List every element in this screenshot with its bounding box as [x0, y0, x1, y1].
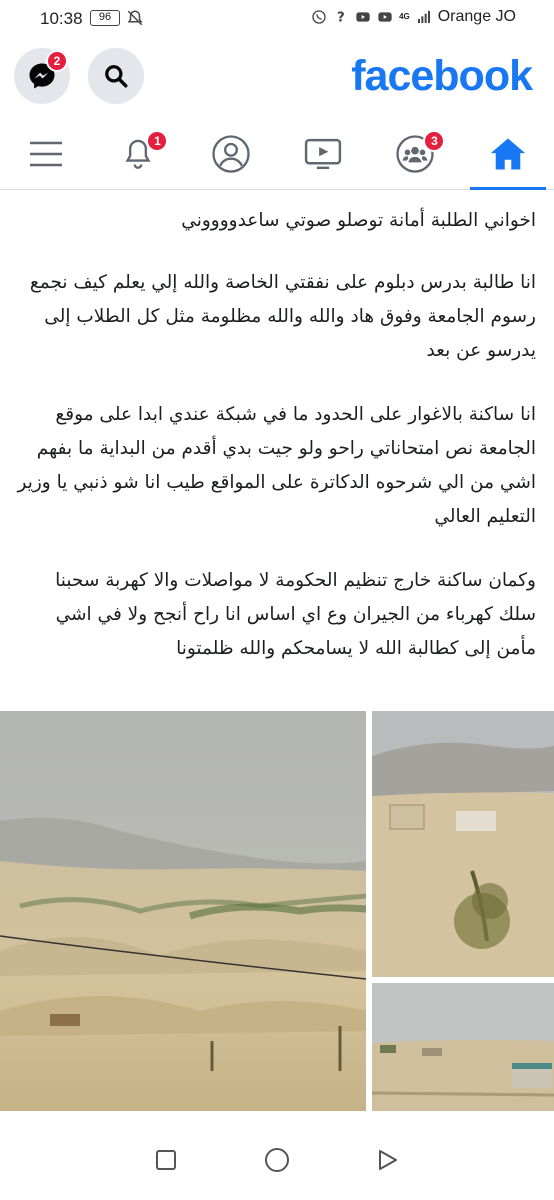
post-paragraph: وكمان ساكنة خارج تنظيم الحكومة لا مواصلا… [55, 570, 536, 659]
menu-icon [30, 141, 63, 166]
mute-icon [127, 10, 143, 26]
home-button[interactable] [257, 1140, 297, 1180]
tab-notifications[interactable]: 1 [92, 118, 184, 189]
svg-text:?: ? [337, 11, 345, 25]
home-circle-icon [264, 1148, 289, 1172]
question-icon: ? [337, 11, 345, 25]
youtube-icon [378, 12, 392, 22]
messenger-badge: 2 [46, 50, 68, 72]
groups-badge: 3 [423, 130, 446, 152]
search-button[interactable] [88, 48, 144, 104]
post-paragraph: اخواني الطلبة أمانة توصلو صوتي ساعدوووون… [181, 210, 536, 231]
video-icon [304, 138, 342, 169]
recents-icon [155, 1150, 176, 1170]
profile-icon [212, 134, 250, 173]
status-time: 10:38 [40, 9, 83, 28]
back-icon [379, 1150, 398, 1170]
desert-landscape-photo[interactable] [0, 711, 366, 1111]
tab-home[interactable] [462, 118, 554, 190]
tab-profile[interactable] [185, 118, 277, 189]
search-icon [105, 65, 128, 88]
post-body: اخواني الطلبة أمانة توصلو صوتي ساعدوووون… [0, 196, 554, 704]
recents-button[interactable] [146, 1140, 186, 1180]
notifications-badge: 1 [146, 130, 169, 152]
signal-icon [417, 11, 430, 23]
youtube-icon [356, 12, 370, 22]
nav-tabs: 1 3 [0, 118, 554, 190]
system-nav-bar [0, 1120, 554, 1200]
network-type: 4G [399, 12, 410, 21]
post-photos [0, 711, 554, 1111]
tab-watch[interactable] [277, 118, 369, 189]
tab-groups[interactable]: 3 [369, 118, 461, 189]
building-photo[interactable] [372, 711, 554, 977]
post-paragraph: انا طالبة بدرس دبلوم على نفقتي الخاصة وا… [29, 272, 536, 361]
carrier-name: Orange JO [437, 8, 516, 25]
whatsapp-icon [312, 10, 326, 24]
messenger-button[interactable]: 2 [14, 48, 70, 104]
battery-icon: 96 [90, 10, 120, 26]
village-photo[interactable] [372, 983, 554, 1111]
facebook-logo[interactable]: facebook [351, 52, 533, 101]
status-bar: 10:38 96 ? 4G Orange JO [0, 0, 554, 38]
back-button[interactable] [368, 1140, 408, 1180]
app-header: 2 facebook [0, 38, 554, 114]
tab-menu[interactable] [0, 118, 92, 189]
status-right: ? 4G Orange JO [311, 8, 516, 26]
post-paragraph: انا ساكنة بالاغوار على الحدود ما في شبكة… [17, 404, 537, 527]
home-icon [490, 137, 525, 170]
